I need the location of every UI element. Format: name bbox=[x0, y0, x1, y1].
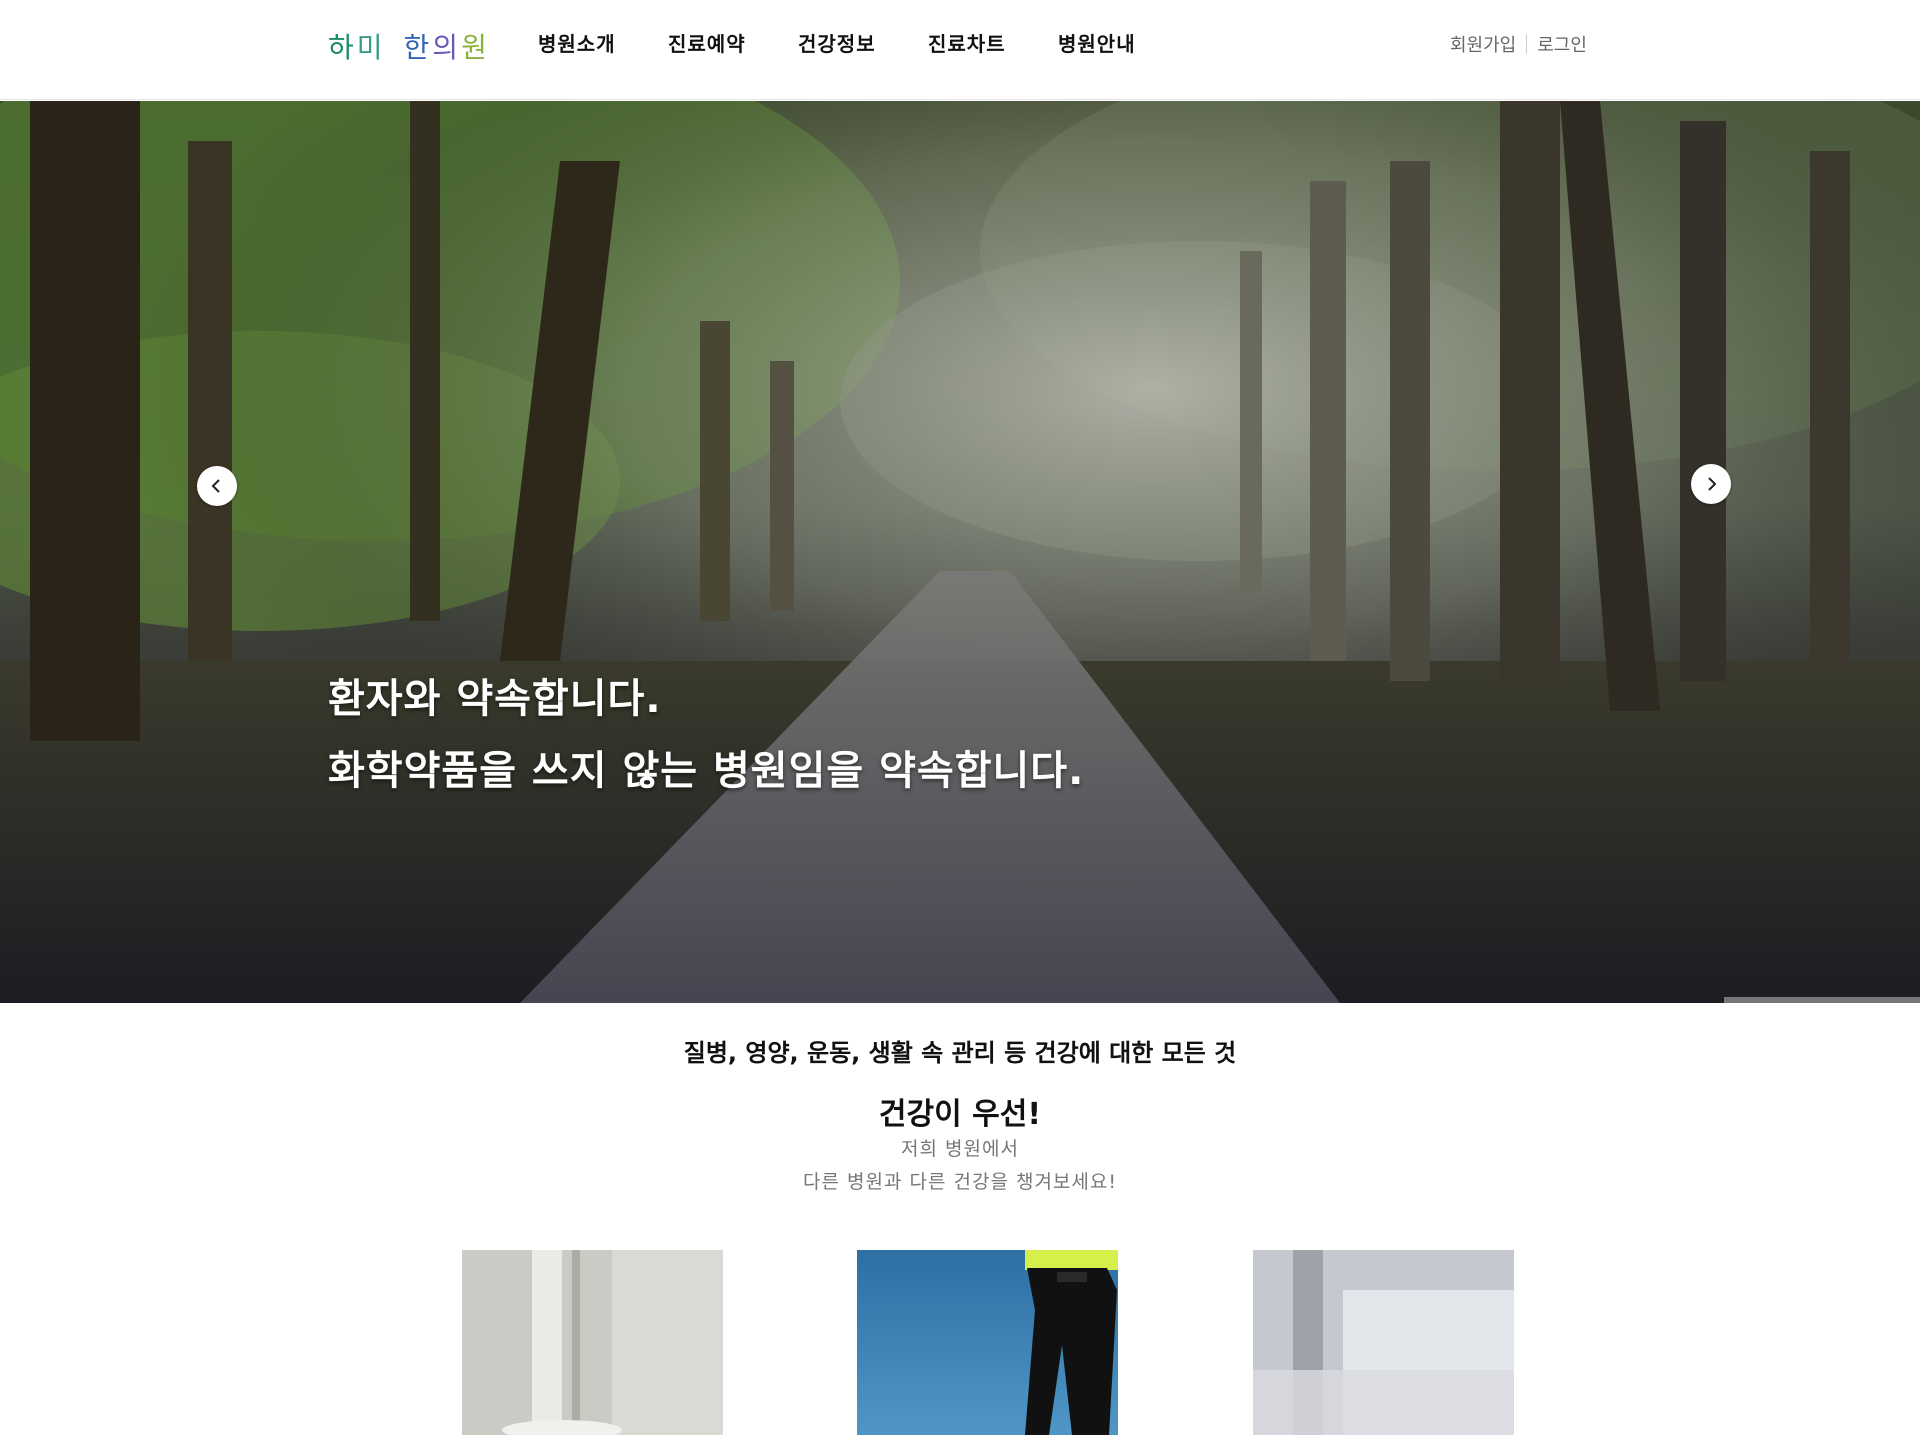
main-nav: 병원소개 진료예약 건강정보 진료차트 병원안내 bbox=[538, 28, 1188, 60]
section-subtitle: 질병, 영양, 운동, 생활 속 관리 등 건강에 대한 모든 것 bbox=[683, 1039, 1237, 1067]
nav-item-guide[interactable]: 병원안내 bbox=[1058, 28, 1188, 60]
runner-photo bbox=[857, 1250, 1118, 1435]
nav-item-reservation[interactable]: 진료예약 bbox=[668, 28, 798, 60]
hero-line-1: 환자와 약속합니다. bbox=[328, 676, 662, 722]
hero-slider: 환자와 약속합니다. 화학약품을 쓰지 않는 병원임을 약속합니다. bbox=[0, 101, 1920, 1003]
interior-photo bbox=[462, 1250, 723, 1435]
util-links: 회원가입 로그인 bbox=[1450, 28, 1587, 60]
signup-link[interactable]: 회원가입 bbox=[1450, 31, 1516, 57]
logo-char: 의 bbox=[432, 31, 462, 64]
slider-prev-button[interactable] bbox=[197, 466, 237, 506]
chevron-right-icon bbox=[1708, 477, 1717, 491]
chevron-left-icon bbox=[211, 479, 220, 493]
section-desc-line-2: 다른 병원과 다른 건강을 챙겨보세요! bbox=[803, 1171, 1117, 1193]
logo[interactable]: 하 미 한 의 원 bbox=[328, 26, 490, 66]
forest-path-image bbox=[0, 101, 1920, 1003]
logo-char: 미 bbox=[356, 31, 386, 64]
divider bbox=[1526, 34, 1528, 54]
section-desc-line-1: 저희 병원에서 bbox=[901, 1138, 1019, 1160]
slider-next-button[interactable] bbox=[1691, 464, 1731, 504]
section-description: 저희 병원에서 다른 병원과 다른 건강을 챙겨보세요! bbox=[0, 1133, 1920, 1199]
logo-char: 한 bbox=[403, 31, 433, 64]
logo-char: 하 bbox=[328, 31, 357, 64]
site-header: 하 미 한 의 원 병원소개 진료예약 건강정보 진료차트 병원안내 회원가입 … bbox=[0, 0, 1920, 100]
hero-caption: 환자와 약속합니다. 화학약품을 쓰지 않는 병원임을 약속합니다. bbox=[328, 673, 1084, 797]
window-photo bbox=[1253, 1250, 1514, 1435]
nav-item-about[interactable]: 병원소개 bbox=[538, 28, 668, 60]
hero-line-2: 화학약품을 쓰지 않는 병원임을 약속합니다. bbox=[328, 748, 1085, 794]
login-link[interactable]: 로그인 bbox=[1537, 31, 1587, 57]
nav-item-health-info[interactable]: 건강정보 bbox=[798, 28, 928, 60]
section-title: 건강이 우선! bbox=[878, 1097, 1042, 1132]
nav-item-chart[interactable]: 진료차트 bbox=[928, 28, 1058, 60]
logo-char: 원 bbox=[461, 31, 490, 64]
card-image-2[interactable] bbox=[857, 1250, 1118, 1435]
card-image-1[interactable] bbox=[462, 1250, 723, 1435]
card-image-3[interactable] bbox=[1253, 1250, 1514, 1435]
